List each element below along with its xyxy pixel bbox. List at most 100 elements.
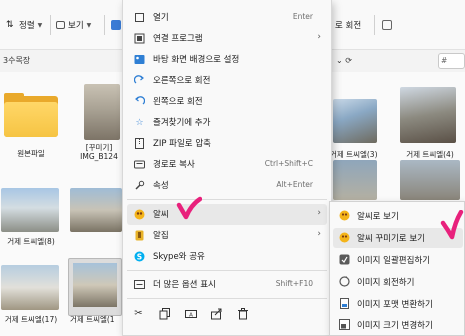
share-icon[interactable] [210,307,223,320]
copy-path-icon [134,159,145,170]
toolbar-divider [104,15,105,35]
svg-text:S: S [137,252,142,261]
menu-item-label: Skype와 공유 [153,252,205,262]
annotation-check-mark [440,210,464,240]
menu-item-add-favorite[interactable]: ☆ 즐겨찾기에 추가 [127,112,327,133]
search-input[interactable]: # [438,53,465,69]
menu-item-label: 왼쪽으로 회전 [153,97,203,107]
menu-item-label: 연결 프로그램 [153,34,203,44]
menu-item-shortcut: Ctrl+Shift+C [264,159,313,168]
image-thumbnail[interactable] [70,188,122,232]
image-thumbnail[interactable] [84,84,120,140]
resize-image-icon [339,319,350,330]
file-label: 거제 트씨엘(4) [406,150,454,159]
address-path[interactable]: 3수목장 [0,53,120,69]
sort-icon: ⇅ [6,20,14,30]
wallpaper-icon [134,54,145,65]
chevron-down-icon: ▼ [86,21,92,29]
chevron-right-icon: › [317,32,321,42]
view-button[interactable]: 보기 ▼ [56,17,91,33]
image-thumbnail[interactable] [333,99,377,143]
image-tool-icon [111,20,121,30]
menu-item-label: 속성 [153,181,169,191]
zip-icon [134,138,145,149]
toolbar-divider [374,15,375,35]
copy-icon[interactable] [158,307,171,320]
context-menu: 열기 Enter 연결 프로그램 › 바탕 화면 배경으로 설정 오른쪽으로 회… [122,0,332,336]
rotate-label: 로 회전 [335,21,362,31]
skype-icon: S [134,251,145,262]
menu-item-label: 알집 [153,231,169,241]
rename-icon[interactable]: A [184,307,197,320]
menu-item-label: 바탕 화면 배경으로 설정 [153,55,240,65]
refresh-icon[interactable]: ⌄ ⟳ [336,53,352,69]
submenu-item-convert-format[interactable]: 이미지 포맷 변환하기 [333,294,463,314]
image-thumbnail[interactable] [400,87,456,143]
submenu-item-resize-image[interactable]: 이미지 크기 변경하기 [333,315,463,335]
menu-item-copy-path[interactable]: 경로로 복사 Ctrl+Shift+C [127,154,327,175]
alzip-icon [134,230,145,241]
folder-thumbnail[interactable] [4,93,58,137]
open-icon [134,12,145,23]
quick-action-bar: ✂ A [123,301,331,327]
image-thumbnail[interactable] [400,160,460,200]
menu-item-alzip[interactable]: 알집 › [127,225,327,246]
menu-item-alsee[interactable]: 알씨 › [127,204,327,225]
view-label: 보기 [68,21,84,31]
submenu-item-label: 이미지 포맷 변환하기 [357,300,433,310]
rotate-button[interactable]: 로 회전 [335,17,361,33]
menu-item-zip[interactable]: ZIP 파일로 압축 [127,133,327,154]
image-thumbnail[interactable] [1,265,59,310]
menu-item-label: 경로로 복사 [153,160,195,170]
selected-image-thumbnail[interactable] [68,258,122,316]
photo-tool-button[interactable] [111,17,121,33]
menu-divider [127,270,327,271]
alsee-decorate-icon [339,232,350,243]
menu-item-label: 즐겨찾기에 추가 [153,118,211,128]
menu-item-set-wallpaper[interactable]: 바탕 화면 배경으로 설정 [127,49,327,70]
svg-text:A: A [189,312,193,318]
file-label: [꾸미기] IMG_B124 [80,143,118,161]
menu-item-open-with[interactable]: 연결 프로그램 › [127,28,327,49]
star-icon: ☆ [135,117,144,128]
menu-item-more-options[interactable]: 더 많은 옵션 표시 Shift+F10 [127,274,327,295]
submenu-item-label: 이미지 크기 변경하기 [357,321,433,331]
menu-item-properties[interactable]: 속성 Alt+Enter [127,175,327,196]
delete-icon[interactable] [236,307,249,320]
alsee-icon [134,209,145,220]
file-label: 거제 트씨엘(1 [70,315,115,324]
extra-tool-icon [382,20,392,30]
rotate-image-icon [339,276,350,287]
menu-divider [127,298,327,299]
image-thumbnail[interactable] [1,188,59,232]
submenu-item-batch-edit[interactable]: 이미지 일괄편집하기 [333,250,463,270]
submenu-item-label: 알씨로 보기 [357,212,399,222]
file-label: 원본파일 [17,149,45,158]
rotate-left-icon [134,96,145,107]
submenu-item-rotate-image[interactable]: 이미지 회전하기 [333,272,463,292]
alsee-view-icon [339,210,350,221]
submenu-item-label: 알씨 꾸미기로 보기 [357,234,425,244]
toolbar-divider [50,15,51,35]
submenu-item-label: 이미지 회전하기 [357,278,415,288]
rotate-right-icon [134,75,145,86]
extra-tool-button[interactable] [382,17,392,33]
cut-icon[interactable]: ✂ [132,307,145,320]
sort-button[interactable]: ⇅ 정렬 ▼ [6,17,42,33]
menu-item-shortcut: Enter [292,12,313,21]
menu-item-label: 알씨 [153,210,169,220]
properties-icon [134,180,145,191]
menu-item-skype-share[interactable]: S Skype와 공유 [127,246,327,267]
convert-format-icon [339,298,350,309]
menu-item-shortcut: Shift+F10 [275,279,313,288]
more-options-icon [134,279,145,290]
image-thumbnail[interactable] [333,160,377,200]
menu-item-label: ZIP 파일로 압축 [153,139,211,149]
menu-item-rotate-left[interactable]: 왼쪽으로 회전 [127,91,327,112]
file-label: 거제 트씨엘(17) [4,315,58,324]
sort-label: 정렬 [19,21,35,31]
menu-item-open[interactable]: 열기 Enter [127,7,327,28]
open-with-icon [134,33,145,44]
menu-item-rotate-right[interactable]: 오른쪽으로 회전 [127,70,327,91]
menu-item-shortcut: Alt+Enter [276,180,313,189]
